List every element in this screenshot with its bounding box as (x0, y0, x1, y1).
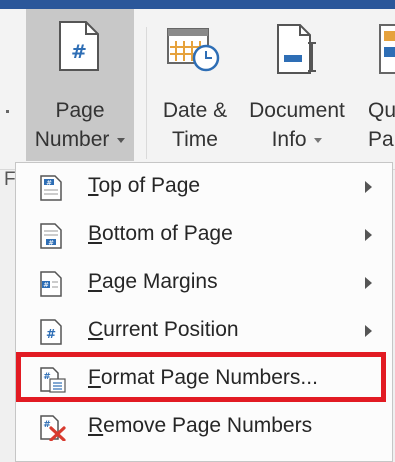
date-time-label-line2: Time (172, 128, 218, 151)
svg-text:#: # (46, 327, 56, 341)
ribbon-dot (6, 110, 9, 113)
chevron-down-icon (117, 137, 126, 143)
current-position-icon: # (40, 319, 62, 345)
document-info-button[interactable]: Document Info (238, 9, 356, 161)
menu-item-bottom-of-page[interactable]: # Bottom of Page (16, 211, 392, 259)
group-label-fragment: F (4, 169, 16, 190)
svg-text:#: # (46, 179, 52, 187)
document-info-label-line1: Document (249, 99, 345, 122)
page-number-label-line2: Number (34, 128, 110, 151)
page-number-label-line1: Page (55, 99, 105, 122)
svg-text:#: # (71, 41, 87, 63)
quick-parts-icon (379, 24, 395, 74)
menu-item-top-of-page[interactable]: # Top of Page (16, 163, 392, 211)
page-number-button[interactable]: # Page Number (26, 9, 134, 161)
header-page-number-icon: # (40, 175, 62, 201)
quick-parts-label-line1: Qu (368, 99, 395, 122)
menu-label-remove-page-numbers: emove Page Numbers (103, 414, 313, 437)
menu-accel-b: B (88, 222, 103, 245)
menu-label-current-position: urrent Position (103, 318, 239, 341)
submenu-arrow-icon (365, 325, 372, 337)
quick-parts-button[interactable]: Qu Pa (360, 9, 395, 161)
svg-text:#: # (48, 239, 54, 247)
quick-parts-label-line2: Pa (368, 128, 394, 151)
svg-text:#: # (43, 281, 49, 289)
page-number-icon: # (59, 21, 99, 71)
date-time-label-line1: Date & (162, 99, 228, 122)
calendar-clock-icon (167, 28, 220, 72)
insert-ribbon: # Page Number Date & Time Document Info … (0, 9, 395, 170)
page-number-menu: # Top of Page # Bottom of Page # Page Ma… (15, 162, 393, 462)
menu-accel-c: C (88, 318, 104, 341)
submenu-arrow-icon (365, 229, 372, 241)
footer-page-number-icon: # (40, 223, 62, 249)
title-bar-strip (0, 0, 395, 9)
menu-label-bottom-of-page: ottom of Page (102, 222, 233, 245)
highlight-box (16, 352, 386, 402)
remove-page-numbers-icon: # (40, 415, 66, 441)
menu-accel-r: R (88, 414, 104, 437)
menu-label-page-margins: age Margins (102, 270, 218, 293)
menu-accel-t: T (88, 174, 99, 197)
date-time-button[interactable]: Date & Time (154, 9, 236, 161)
ribbon-separator (146, 27, 147, 159)
submenu-arrow-icon (365, 277, 372, 289)
menu-item-current-position[interactable]: # Current Position (16, 307, 392, 355)
menu-label-top-of-page: op of Page (98, 174, 201, 197)
menu-item-page-margins[interactable]: # Page Margins (16, 259, 392, 307)
menu-accel-p: P (88, 270, 103, 293)
document-info-label-line2: Info (271, 128, 307, 151)
submenu-arrow-icon (365, 181, 372, 193)
margin-page-number-icon: # (40, 271, 62, 297)
chevron-down-icon (314, 137, 323, 143)
document-info-icon (277, 24, 316, 74)
menu-item-remove-page-numbers[interactable]: # Remove Page Numbers (16, 403, 392, 451)
